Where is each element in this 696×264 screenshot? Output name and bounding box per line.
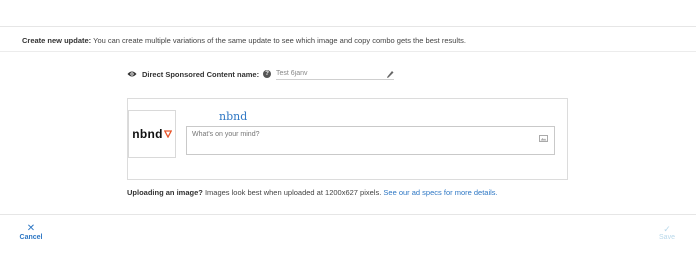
check-icon: ✓ [663,224,671,234]
save-label: Save [659,234,675,241]
header-title: Create new update: [22,36,92,45]
cancel-label: Cancel [19,234,43,241]
close-icon: ✕ [26,223,36,234]
update-text-input[interactable] [186,126,555,155]
header-divider [0,51,696,52]
help-icon[interactable]: ? [263,70,272,78]
eye-icon [127,70,137,78]
upload-note: Uploading an image? Images look best whe… [127,188,498,197]
content-name-label: Direct Sponsored Content name: [142,69,260,79]
footer-divider [0,214,696,215]
sponsored-update-card: nbnd nbnd [127,98,568,180]
upload-note-title: Uploading an image? [127,188,203,197]
content-name-input[interactable] [276,68,394,80]
company-logo: nbnd [128,110,176,158]
logo-mark-icon [163,130,172,138]
save-button[interactable]: ✓ Save [653,224,681,241]
upload-note-text: Images look best when uploaded at 1200x6… [204,188,382,197]
image-icon[interactable] [539,129,548,142]
header-description: You can create multiple variations of th… [93,36,466,45]
ad-specs-link[interactable]: See our ad specs for more details. [383,188,497,197]
company-name: nbnd [219,110,248,123]
pencil-icon[interactable] [386,67,394,78]
content-name-row: Direct Sponsored Content name: ? [127,68,272,80]
cancel-button[interactable]: ✕ Cancel [19,223,43,242]
logo-text: nbnd [132,127,163,141]
top-divider [0,26,696,27]
page-header: Create new update: You can create multip… [22,36,466,45]
